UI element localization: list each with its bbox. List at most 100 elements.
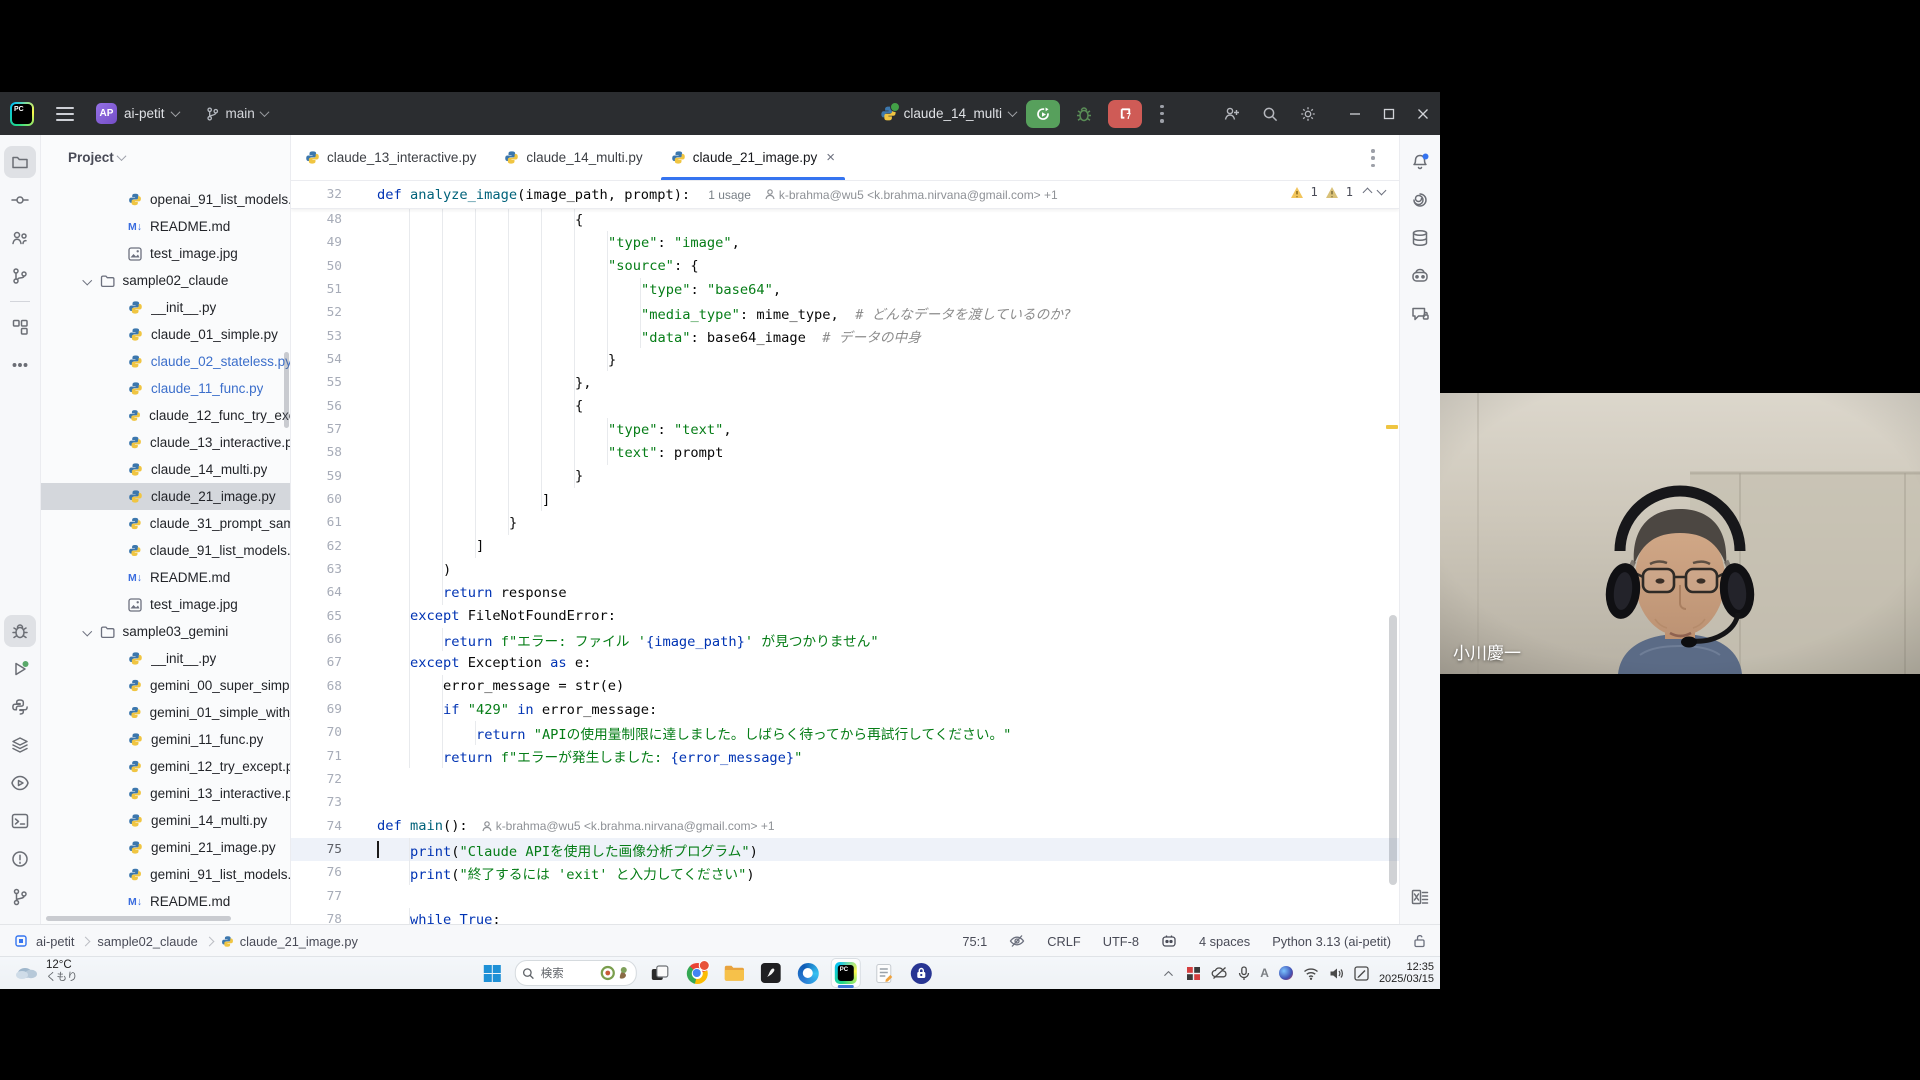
unlock-icon[interactable] (1413, 934, 1426, 948)
commit-icon[interactable] (4, 184, 36, 216)
ai-assistant-status-icon[interactable] (1161, 934, 1177, 948)
tree-item[interactable]: gemini_13_interactive.py (41, 780, 290, 807)
tree-item[interactable]: openai_91_list_models.p (41, 186, 290, 213)
tree-item[interactable]: gemini_21_image.py (41, 834, 290, 861)
tree-item[interactable]: claude_14_multi.py (41, 456, 290, 483)
tab-claude_21_image.py[interactable]: claude_21_image.py× (657, 135, 849, 180)
debug-button[interactable] (1070, 100, 1098, 128)
line-separator[interactable]: CRLF (1047, 934, 1080, 949)
tree-item[interactable]: M↓README.md (41, 564, 290, 591)
tree-item[interactable]: claude_13_interactive.py (41, 429, 290, 456)
tree-item[interactable]: claude_31_prompt_samp (41, 510, 290, 537)
author-annotation[interactable]: k-brahma@wu5 <k.brahma.nirvana@gmail.com… (482, 819, 775, 833)
taskbar-app-chrome-icon[interactable] (683, 959, 711, 987)
tree-expand-icon[interactable] (83, 276, 92, 285)
close-tab-icon[interactable]: × (826, 149, 835, 166)
project-widget[interactable]: AP ai-petit (96, 103, 179, 124)
author-annotation[interactable]: k-brahma@wu5 <k.brahma.nirvana@gmail.com… (765, 188, 1058, 202)
python-console-icon[interactable] (4, 691, 36, 723)
more-actions-icon[interactable] (1160, 105, 1164, 123)
highlighting-level-icon[interactable] (1009, 934, 1025, 948)
run-icon[interactable] (4, 653, 36, 685)
caret-position[interactable]: 75:1 (962, 934, 987, 949)
close-button[interactable] (1406, 92, 1440, 135)
editor-scrollbar[interactable] (1389, 615, 1397, 885)
inspections-widget[interactable]: 1 1 (1290, 185, 1385, 199)
excel-export-icon[interactable] (1404, 881, 1436, 913)
breadcrumb-file[interactable]: claude_21_image.py (221, 934, 358, 949)
run-anything-icon[interactable] (4, 767, 36, 799)
tree-horizontal-scrollbar[interactable] (46, 916, 231, 921)
tray-volume-icon[interactable] (1329, 967, 1344, 980)
tab-claude_13_interactive.py[interactable]: claude_13_interactive.py (291, 135, 490, 180)
tab-claude_14_multi.py[interactable]: claude_14_multi.py (490, 135, 656, 180)
taskbar-app-task-view-icon[interactable] (646, 959, 674, 987)
tree-item[interactable]: M↓README.md (41, 213, 290, 240)
run-button[interactable] (1026, 100, 1060, 128)
vcs-graph-icon[interactable] (4, 260, 36, 292)
tree-item[interactable]: sample02_claude (41, 267, 290, 294)
project-folder-icon[interactable] (4, 146, 36, 178)
tree-item[interactable]: test_image.jpg (41, 240, 290, 267)
tree-item[interactable]: claude_91_list_models.py (41, 537, 290, 564)
indent-style[interactable]: 4 spaces (1199, 934, 1250, 949)
tree-item[interactable]: gemini_01_simple_with_s (41, 699, 290, 726)
tray-onedrive-off-icon[interactable] (1211, 966, 1228, 980)
tree-vertical-scrollbar[interactable] (284, 352, 289, 428)
tree-item[interactable]: gemini_12_try_except.py (41, 753, 290, 780)
ai-assistant-icon[interactable] (1404, 184, 1436, 216)
tree-item[interactable]: gemini_00_super_simple (41, 672, 290, 699)
tray-ime-a-icon[interactable]: A (1260, 966, 1269, 980)
copilot-icon[interactable] (1404, 260, 1436, 292)
tab-options-icon[interactable] (1371, 149, 1375, 167)
tray-ime-pad-icon[interactable] (1354, 966, 1369, 981)
code-with-me-icon[interactable] (1218, 100, 1246, 128)
tray-app-grid-icon[interactable] (1186, 966, 1201, 981)
windows-start-button[interactable] (478, 959, 506, 987)
usages-hint[interactable]: 1 usage (708, 188, 751, 202)
tray-wifi-icon[interactable] (1303, 967, 1319, 980)
git-branch-icon[interactable] (4, 881, 36, 913)
tree-item[interactable]: claude_11_func.py (41, 375, 290, 402)
settings-gear-icon[interactable] (1294, 100, 1322, 128)
database-icon[interactable] (1404, 222, 1436, 254)
main-menu-icon[interactable] (56, 107, 74, 121)
tree-item[interactable]: test_image.jpg (41, 591, 290, 618)
notifications-icon[interactable] (1404, 146, 1436, 178)
structure-icon[interactable] (4, 311, 36, 343)
taskbar-app-dark-app-icon[interactable] (757, 959, 785, 987)
tray-microphone-icon[interactable] (1238, 966, 1250, 981)
problems-icon[interactable] (4, 843, 36, 875)
branch-widget[interactable]: main (205, 106, 268, 122)
maximize-button[interactable] (1372, 92, 1406, 135)
collaboration-icon[interactable] (4, 222, 36, 254)
tree-item[interactable]: claude_12_func_try_excep (41, 402, 290, 429)
tray-copilot-sphere-icon[interactable] (1279, 966, 1293, 980)
minimize-button[interactable] (1338, 92, 1372, 135)
more-icon[interactable] (4, 349, 36, 381)
tree-item[interactable]: claude_21_image.py (41, 483, 290, 510)
project-panel-header[interactable]: Project (41, 135, 290, 180)
breadcrumb-folder[interactable]: sample02_claude (97, 934, 197, 949)
taskbar-weather-widget[interactable]: 12°C くもり (14, 959, 78, 983)
run-configuration-selector[interactable]: claude_14_multi (880, 105, 1016, 122)
tree-item[interactable]: __init__.py (41, 645, 290, 672)
python-interpreter[interactable]: Python 3.13 (ai-petit) (1272, 934, 1391, 949)
tree-item[interactable]: __init__.py (41, 294, 290, 321)
taskbar-app-explorer-icon[interactable] (720, 959, 748, 987)
pycharm-logo-icon[interactable]: PC (10, 102, 34, 126)
search-everywhere-icon[interactable] (1256, 100, 1284, 128)
ai-chat-icon[interactable] (1404, 298, 1436, 330)
tree-item[interactable]: sample03_gemini (41, 618, 290, 645)
taskbar-app-password-app-icon[interactable] (907, 959, 935, 987)
tree-item[interactable]: claude_01_simple.py (41, 321, 290, 348)
terminal-icon[interactable] (4, 805, 36, 837)
editor-area[interactable]: claude_13_interactive.pyclaude_14_multi.… (291, 135, 1399, 924)
file-encoding[interactable]: UTF-8 (1103, 934, 1139, 949)
services-icon[interactable] (4, 729, 36, 761)
tree-expand-icon[interactable] (83, 627, 92, 636)
taskbar-app-browser-2-icon[interactable] (794, 959, 822, 987)
taskbar-clock[interactable]: 12:35 2025/03/15 (1379, 961, 1434, 985)
debug-icon[interactable] (4, 615, 36, 647)
taskbar-search-box[interactable]: 検索 (515, 960, 637, 986)
